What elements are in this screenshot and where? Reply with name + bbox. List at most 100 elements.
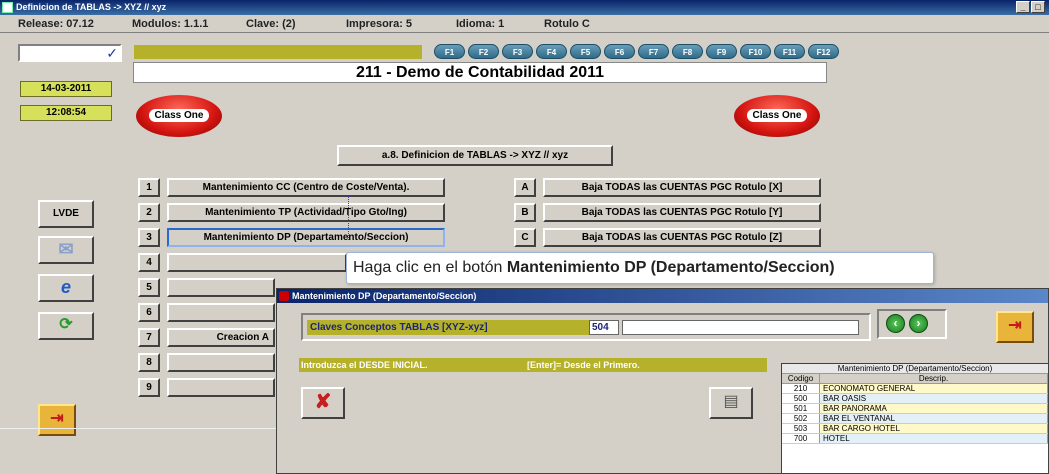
dialog-app-icon [279, 291, 289, 301]
mail-icon[interactable]: ✉ [38, 236, 94, 264]
claves-label: Claves Conceptos TABLAS [XYZ-xyz] [307, 320, 589, 335]
mouse-cursor [348, 196, 349, 240]
release-label: Release: 07.12 [18, 18, 94, 30]
clave-label: Clave: (2) [246, 18, 296, 30]
exit-icon[interactable]: ⇥ [38, 404, 76, 436]
lvde-button[interactable]: LVDE [38, 200, 94, 228]
prev-arrow-icon[interactable]: ‹ [886, 314, 905, 333]
fkey-button[interactable]: F3 [502, 44, 533, 59]
fkey-button[interactable]: F7 [638, 44, 669, 59]
list-item[interactable]: 501 BAR PANORAMA [782, 404, 1048, 414]
menu-item-6[interactable] [167, 303, 275, 322]
info-bar: Release: 07.12 Modulos: 1.1.1 Clave: (2)… [0, 15, 1049, 33]
menu-item-tp[interactable]: Mantenimiento TP (Actividad/Tipo Gto/Ing… [167, 203, 445, 222]
lookup-title: Mantenimiento DP (Departamento/Seccion) [782, 364, 1048, 374]
cancel-icon[interactable]: ✘ [301, 387, 345, 419]
menu-num-8[interactable]: 8 [138, 353, 160, 372]
browser-icon[interactable]: e [38, 274, 94, 302]
list-item[interactable]: 503 BAR CARGO HOTEL [782, 424, 1048, 434]
intro-prompt-bar: Introduzca el DESDE INICIAL. [Enter]= De… [299, 358, 767, 372]
dialog-exit-icon[interactable]: ⇥ [996, 311, 1034, 343]
tooltip-target: Mantenimiento DP (Departamento/Seccion) [506, 259, 835, 276]
row-desc: BAR PANORAMA [820, 404, 1048, 413]
list-item[interactable]: 700 HOTEL [782, 434, 1048, 444]
claves-group: Claves Conceptos TABLAS [XYZ-xyz] 504 [301, 313, 871, 341]
menu-item-4[interactable] [167, 253, 347, 272]
fkey-button[interactable]: F8 [672, 44, 703, 59]
refresh-icon[interactable]: ⟳ [38, 312, 94, 340]
row-code: 501 [782, 404, 820, 413]
row-desc: BAR EL VENTANAL [820, 414, 1048, 423]
status-bar-olive [134, 45, 422, 59]
fkey-button[interactable]: F6 [604, 44, 635, 59]
menu-item-baja-x[interactable]: Baja TODAS las CUENTAS PGC Rotulo [X] [543, 178, 821, 197]
row-code: 210 [782, 384, 820, 393]
menu-item-dp[interactable]: Mantenimiento DP (Departamento/Seccion) [167, 228, 445, 247]
col-codigo: Codigo [782, 374, 820, 383]
fkey-button[interactable]: F9 [706, 44, 737, 59]
menu-num-b[interactable]: B [514, 203, 536, 222]
list-item[interactable]: 210 ECONOMATO GENERAL [782, 384, 1048, 394]
menu-num-5[interactable]: 5 [138, 278, 160, 297]
fkey-button[interactable]: F10 [740, 44, 771, 59]
fkey-button[interactable]: F5 [570, 44, 601, 59]
menu-num-c[interactable]: C [514, 228, 536, 247]
menu-item-creacion[interactable]: Creacion A [167, 328, 275, 347]
print-icon[interactable]: ▤ [709, 387, 753, 419]
idioma-label: Idioma: 1 [456, 18, 505, 30]
menu-num-7[interactable]: 7 [138, 328, 160, 347]
row-code: 502 [782, 414, 820, 423]
checkmark-icon[interactable]: ✓ [106, 46, 118, 60]
menu-item-baja-y[interactable]: Baja TODAS las CUENTAS PGC Rotulo [Y] [543, 203, 821, 222]
function-keys: F1 F2 F3 F4 F5 F6 F7 F8 F9 F10 F11 F12 [434, 44, 839, 59]
menu-num-2[interactable]: 2 [138, 203, 160, 222]
menu-item-cc[interactable]: Mantenimiento CC (Centro de Coste/Venta)… [167, 178, 445, 197]
menu-num-3[interactable]: 3 [138, 228, 160, 247]
row-code: 503 [782, 424, 820, 433]
list-item[interactable]: 502 BAR EL VENTANAL [782, 414, 1048, 424]
list-item[interactable]: 500 BAR OASIS [782, 394, 1048, 404]
command-input[interactable]: ✓ [18, 44, 122, 62]
menu-num-6[interactable]: 6 [138, 303, 160, 322]
window-title: Definicion de TABLAS -> XYZ // xyz [16, 2, 167, 12]
logo-left: Class One [136, 95, 222, 137]
company-title: 211 - Demo de Contabilidad 2011 [133, 62, 827, 83]
tooltip-prefix: Haga clic en el botón [353, 259, 507, 276]
menu-item-5[interactable] [167, 278, 275, 297]
time-display: 12:08:54 [20, 105, 112, 121]
fkey-button[interactable]: F12 [808, 44, 839, 59]
logo-left-text: Class One [148, 109, 210, 122]
menu-num-1[interactable]: 1 [138, 178, 160, 197]
row-desc: HOTEL [820, 434, 1048, 443]
menu-num-9[interactable]: 9 [138, 378, 160, 397]
menu-num-4[interactable]: 4 [138, 253, 160, 272]
next-arrow-icon[interactable]: › [909, 314, 928, 333]
menu-num-a[interactable]: A [514, 178, 536, 197]
lookup-header: Codigo Descrip. [782, 374, 1048, 384]
fkey-button[interactable]: F4 [536, 44, 567, 59]
window-titlebar: Definicion de TABLAS -> XYZ // xyz _ □ [0, 0, 1049, 15]
logo-right-text: Class One [746, 109, 808, 122]
row-desc: BAR CARGO HOTEL [820, 424, 1048, 433]
row-desc: ECONOMATO GENERAL [820, 384, 1048, 393]
menu-item-baja-z[interactable]: Baja TODAS las CUENTAS PGC Rotulo [Z] [543, 228, 821, 247]
claves-description-input[interactable] [622, 320, 859, 335]
row-desc: BAR OASIS [820, 394, 1048, 403]
fkey-button[interactable]: F11 [774, 44, 805, 59]
fkey-button[interactable]: F1 [434, 44, 465, 59]
modulos-label: Modulos: 1.1.1 [132, 18, 209, 30]
impresora-label: Impresora: 5 [346, 18, 413, 30]
claves-code-input[interactable]: 504 [589, 320, 619, 335]
divider [0, 428, 276, 429]
app-icon [2, 2, 13, 13]
dialog-titlebar: Mantenimiento DP (Departamento/Seccion) [277, 289, 1048, 303]
section-title-button[interactable]: a.8. Definicion de TABLAS -> XYZ // xyz [337, 145, 613, 166]
menu-item-8[interactable] [167, 353, 275, 372]
row-code: 700 [782, 434, 820, 443]
row-code: 500 [782, 394, 820, 403]
minimize-button[interactable]: _ [1016, 1, 1030, 13]
logo-right: Class One [734, 95, 820, 137]
fkey-button[interactable]: F2 [468, 44, 499, 59]
maximize-button[interactable]: □ [1031, 1, 1045, 13]
menu-item-9[interactable] [167, 378, 275, 397]
